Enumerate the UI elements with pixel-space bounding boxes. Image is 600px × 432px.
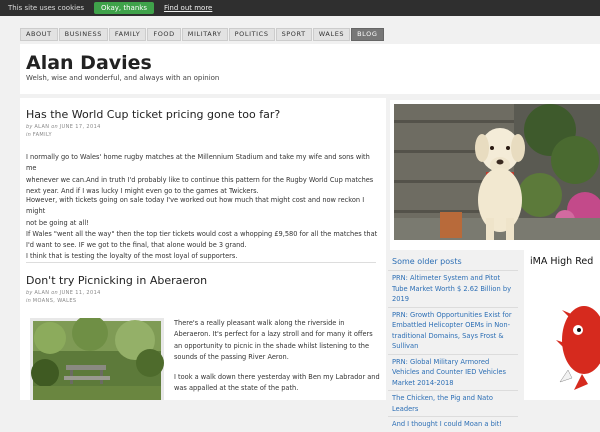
sidebar-link[interactable]: PRN: Growth Opportunities Exist for Emba… bbox=[388, 306, 518, 354]
post-meta-byline: by ALAN on JUNE 11, 2014 bbox=[26, 290, 101, 296]
nav-item-sport[interactable]: SPORT bbox=[275, 28, 312, 41]
post-meta-by: by bbox=[26, 290, 33, 296]
red-mascot-icon bbox=[556, 306, 600, 390]
post-date: JUNE 17, 2014 bbox=[59, 124, 101, 130]
post-line: I took a walk down there yesterday with … bbox=[174, 373, 380, 381]
post-divider bbox=[26, 262, 376, 263]
sidebar-link[interactable]: PRN: Altimeter System and Pitot Tube Mar… bbox=[388, 270, 518, 307]
post-line: was appalled at the state of the path. bbox=[174, 384, 299, 393]
nav-item-family[interactable]: FAMILY bbox=[108, 28, 147, 41]
post-meta-on: on bbox=[51, 290, 58, 296]
site-tagline: Welsh, wise and wonderful, and always wi… bbox=[26, 74, 220, 82]
nav-item-business[interactable]: BUSINESS bbox=[58, 28, 108, 41]
post-paragraph: There's a really pleasant walk along the… bbox=[174, 318, 384, 363]
nav-item-politics[interactable]: POLITICS bbox=[228, 28, 275, 41]
post-paragraph: However, with tickets going on sale toda… bbox=[26, 195, 382, 263]
post-meta-in: in bbox=[26, 298, 31, 304]
site-title[interactable]: Alan Davies bbox=[26, 52, 152, 74]
post-category-link[interactable]: MOANS, WALES bbox=[33, 298, 77, 304]
post-line: whenever we can.And in truth I'd probabl… bbox=[26, 175, 374, 184]
post-paragraph: I normally go to Wales' home rugby match… bbox=[26, 152, 382, 197]
post-meta-categories: in MOANS, WALES bbox=[26, 298, 76, 304]
sidebar-link[interactable]: And I thought I could Moan a bit! bbox=[388, 416, 518, 432]
cookie-ok-button[interactable]: Okay, thanks bbox=[94, 2, 154, 14]
sidebar-heading: Some older posts bbox=[392, 257, 462, 266]
post-category-link[interactable]: FAMILY bbox=[33, 132, 52, 138]
nav-item-blog[interactable]: BLOG bbox=[351, 28, 384, 41]
post-meta-by: by bbox=[26, 124, 33, 130]
post-line: There's a really pleasant walk along the… bbox=[174, 319, 345, 327]
sidebar-link[interactable]: The Chicken, the Pig and Nato Leaders bbox=[388, 390, 518, 416]
post-line: If Wales "went all the way" then the top… bbox=[26, 229, 378, 238]
post-title[interactable]: Don't try Picnicking in Aberaeron bbox=[26, 274, 207, 287]
post-line: I normally go to Wales' home rugby match… bbox=[26, 153, 370, 173]
nav-item-military[interactable]: MILITARY bbox=[181, 28, 228, 41]
widget-title: iMA High Red bbox=[530, 256, 594, 267]
post-meta-byline: by ALAN on JUNE 17, 2014 bbox=[26, 124, 101, 130]
post-title[interactable]: Has the World Cup ticket pricing gone to… bbox=[26, 108, 280, 121]
post-meta-categories: in FAMILY bbox=[26, 132, 52, 138]
dog-photo bbox=[390, 100, 600, 250]
post-meta-on: on bbox=[51, 124, 58, 130]
post-line: Aberaeron. It's perfect for a lazy strol… bbox=[174, 330, 373, 339]
sidebar-older-posts: Some older posts PRN: Altimeter System a… bbox=[388, 250, 518, 428]
post-line: an opportunity to picnic in the shade wh… bbox=[174, 341, 370, 350]
cookie-message: This site uses cookies bbox=[8, 4, 85, 12]
post-line: However, with tickets going on sale toda… bbox=[26, 196, 365, 216]
post-author-link[interactable]: ALAN bbox=[34, 290, 49, 296]
main-content: Has the World Cup ticket pricing gone to… bbox=[20, 98, 386, 400]
post-line: not be going at all! bbox=[26, 218, 89, 227]
main-nav: ABOUT BUSINESS FAMILY FOOD MILITARY POLI… bbox=[20, 28, 385, 41]
sidebar-ima-widget: iMA High Red bbox=[524, 250, 600, 400]
sidebar-link[interactable]: PRN: Global Military Armored Vehicles an… bbox=[388, 353, 518, 391]
post-author-link[interactable]: ALAN bbox=[34, 124, 49, 130]
cookie-find-out-link[interactable]: Find out more bbox=[164, 4, 212, 12]
site-header: Alan Davies Welsh, wise and wonderful, a… bbox=[20, 44, 600, 94]
post-paragraph: I took a walk down there yesterday with … bbox=[174, 372, 384, 395]
sidebar-links: PRN: Altimeter System and Pitot Tube Mar… bbox=[388, 270, 518, 432]
riverside-path-photo[interactable] bbox=[30, 318, 164, 400]
post-line: I'd want to see. IF we got to the final,… bbox=[26, 241, 247, 250]
post-date: JUNE 11, 2014 bbox=[59, 290, 101, 296]
post-meta-in: in bbox=[26, 132, 31, 138]
nav-item-wales[interactable]: WALES bbox=[312, 28, 351, 41]
nav-item-about[interactable]: ABOUT bbox=[20, 28, 58, 41]
post-line: sounds of the passing River Aeron. bbox=[174, 352, 289, 361]
cookie-bar: This site uses cookies Okay, thanks Find… bbox=[0, 0, 600, 16]
nav-item-food[interactable]: FOOD bbox=[147, 28, 181, 41]
